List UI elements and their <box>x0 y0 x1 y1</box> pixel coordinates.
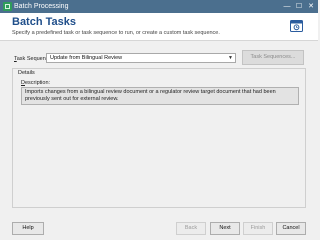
help-button[interactable]: Help <box>12 222 44 235</box>
next-button[interactable]: Next <box>210 222 240 235</box>
app-icon <box>3 2 12 11</box>
page-subtitle: Specify a predefined task or task sequen… <box>12 30 220 36</box>
window-title: Batch Processing <box>14 3 69 10</box>
wizard-content: Task Sequence: Update from Bilingual Rev… <box>12 46 306 208</box>
window-titlebar: Batch Processing — ☐ ✕ <box>0 0 318 13</box>
description-label: Description: <box>21 80 51 86</box>
minimize-button[interactable]: — <box>281 0 293 13</box>
task-sequence-select[interactable]: Update from Bilingual Review ▼ <box>46 53 236 63</box>
cancel-button[interactable]: Cancel <box>276 222 306 235</box>
task-sequences-button[interactable]: Task Sequences... <box>242 50 304 65</box>
close-button[interactable]: ✕ <box>305 0 317 13</box>
details-group-label: Details <box>17 70 36 77</box>
chevron-down-icon: ▼ <box>228 55 233 61</box>
description-text: Imports changes from a bilingual review … <box>21 87 299 105</box>
finish-button[interactable]: Finish <box>243 222 273 235</box>
wizard-header: Batch Tasks Specify a predefined task or… <box>0 13 318 41</box>
back-button[interactable]: Back <box>176 222 206 235</box>
wizard-footer: Help Back Next Finish Cancel <box>0 219 318 240</box>
page-title: Batch Tasks <box>12 16 76 28</box>
batch-tasks-calendar-icon <box>290 20 303 32</box>
maximize-button[interactable]: ☐ <box>293 0 305 13</box>
details-group: Details Description: Imports changes fro… <box>12 68 306 208</box>
task-sequence-selected-value: Update from Bilingual Review <box>50 55 123 61</box>
